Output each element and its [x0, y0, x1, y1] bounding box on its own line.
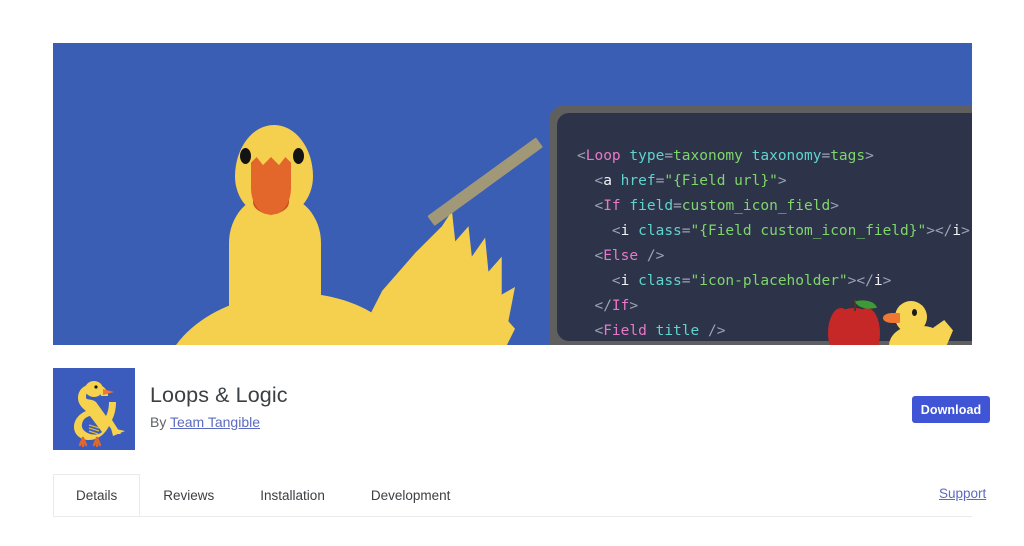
code-token-tag: If — [611, 297, 630, 314]
code-token-punc: > — [629, 297, 639, 314]
tab-development[interactable]: Development — [348, 474, 474, 516]
duck-wing — [349, 211, 515, 345]
download-button[interactable]: Download — [912, 396, 990, 423]
code-token-punc — [629, 223, 638, 239]
duck-eye-left — [240, 148, 251, 164]
code-token-val: tags — [830, 147, 866, 164]
code-token-punc: /> — [638, 247, 665, 264]
code-token-punc: ></ — [926, 222, 953, 239]
code-token-attr: type — [629, 147, 665, 164]
duck-neck — [229, 195, 321, 345]
code-token-punc: ></ — [847, 272, 874, 289]
code-token-punc: < — [577, 222, 621, 239]
code-token-attr: class — [638, 222, 682, 239]
plugin-header: Loops & Logic By Team Tangible Download — [53, 368, 990, 450]
code-token-punc: < — [577, 172, 604, 189]
code-token-punc — [647, 323, 656, 339]
plugin-detail-page: <Loop type=taxonomy taxonomy=tags> <a hr… — [0, 0, 1024, 546]
plugin-byline: By Team Tangible — [150, 414, 260, 430]
plugin-author-link[interactable]: Team Tangible — [170, 414, 260, 430]
tab-label: Installation — [260, 487, 325, 503]
code-token-val: custom_icon_field — [681, 197, 831, 214]
code-token-punc: </ — [577, 297, 612, 314]
code-token-punc: > — [882, 272, 892, 289]
code-token-punc — [629, 273, 638, 289]
code-token-punc: = — [664, 147, 674, 164]
by-label: By — [150, 414, 167, 430]
code-token-attr: taxonomy — [751, 147, 822, 164]
code-token-punc: < — [577, 322, 604, 339]
code-token-punc: < — [577, 147, 586, 164]
tab-installation[interactable]: Installation — [237, 474, 348, 516]
apple-body — [828, 308, 880, 345]
code-token-val: taxonomy — [673, 147, 743, 164]
tab-label: Details — [76, 487, 118, 503]
code-token-attr: title — [655, 322, 700, 339]
rubber-duck-beak — [883, 313, 900, 323]
code-token-attr: field — [629, 197, 674, 214]
tab-details[interactable]: Details — [53, 474, 141, 516]
code-token-punc: > — [777, 172, 787, 189]
tab-reviews[interactable]: Reviews — [140, 474, 237, 516]
code-token-punc: > — [961, 222, 970, 239]
tab-label: Development — [370, 487, 451, 503]
code-token-punc: > — [865, 147, 874, 164]
code-token-html: a — [603, 172, 612, 189]
code-token-val: "icon-placeholder" — [690, 272, 848, 289]
code-token-punc: = — [821, 147, 831, 164]
duck-ampersand-logo-icon — [53, 368, 135, 450]
plugin-banner-image: <Loop type=taxonomy taxonomy=tags> <a hr… — [53, 43, 972, 345]
code-token-val: "{Field url}" — [664, 172, 778, 189]
plugin-icon — [53, 368, 135, 450]
code-token-tag: If — [603, 197, 621, 214]
code-token-attr: href — [620, 172, 656, 189]
code-token-attr: class — [638, 272, 682, 289]
code-token-punc: /> — [699, 322, 726, 339]
code-token-tag: Field — [603, 322, 647, 339]
code-token-html: i — [873, 272, 883, 289]
code-token-punc: = — [681, 272, 691, 289]
code-token-val: "{Field custom_icon_field}" — [690, 222, 927, 239]
code-token-tag: Else — [603, 247, 639, 264]
code-token-tag: Loop — [585, 147, 621, 164]
support-link[interactable]: Support — [939, 486, 986, 501]
tab-divider — [53, 516, 972, 517]
tab-label: Reviews — [163, 487, 215, 503]
tab-bar: Details Reviews Installation Development — [53, 474, 473, 516]
code-token-punc: < — [577, 272, 621, 289]
code-token-punc — [743, 148, 752, 164]
code-token-punc: = — [673, 197, 682, 214]
duck-beak — [251, 157, 291, 215]
pointer-stick-tip — [427, 178, 487, 226]
code-token-punc — [612, 173, 621, 189]
code-token-punc: < — [577, 197, 604, 214]
code-token-html: i — [952, 222, 962, 239]
page-title: Loops & Logic — [150, 383, 288, 407]
code-token-punc: = — [681, 222, 691, 239]
duck-eye-right — [293, 148, 304, 164]
code-token-punc: < — [577, 247, 604, 264]
rubber-duck-eye — [912, 309, 917, 316]
code-token-punc: > — [830, 197, 839, 214]
